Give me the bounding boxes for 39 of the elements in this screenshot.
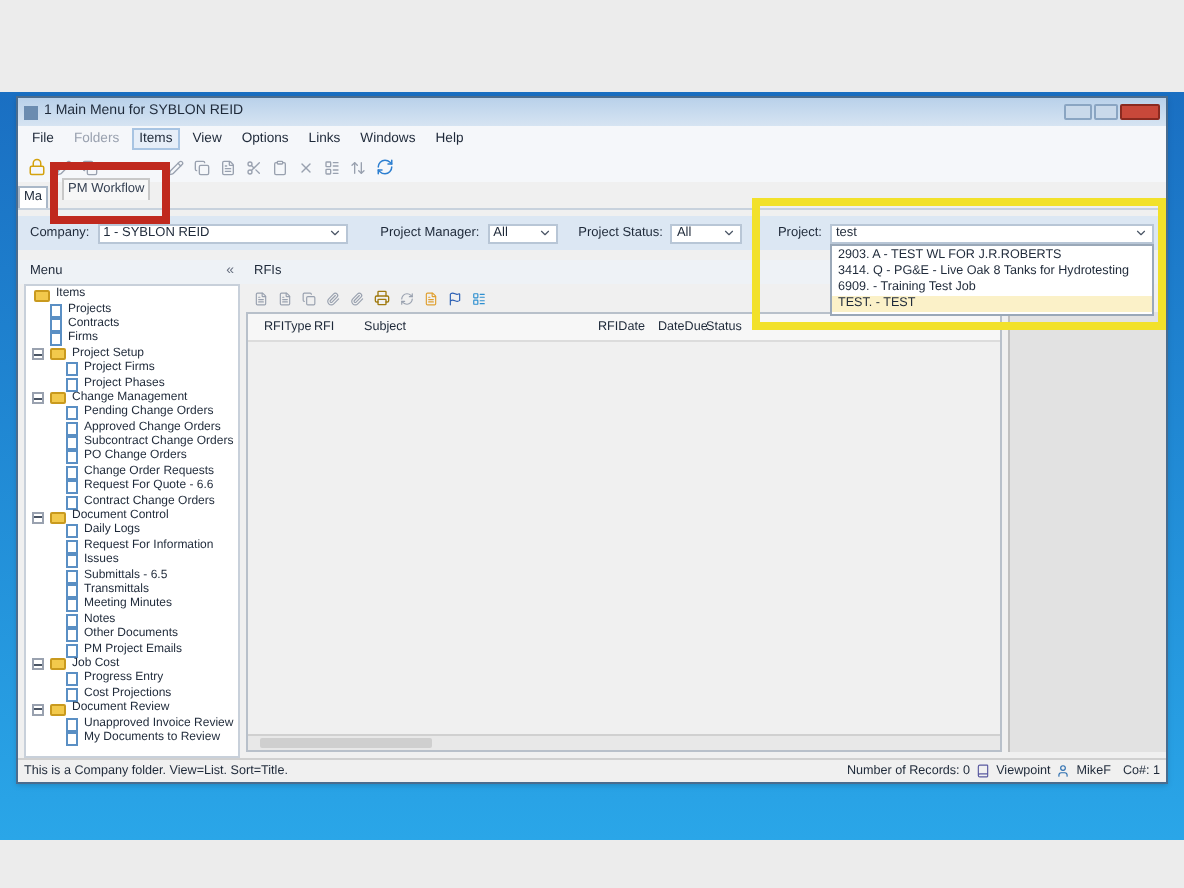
- document-icon[interactable]: [254, 291, 268, 305]
- refresh-icon[interactable]: [376, 158, 394, 176]
- collapse-icon[interactable]: [32, 703, 44, 716]
- pencil-icon[interactable]: [56, 159, 72, 175]
- flag-icon[interactable]: [448, 291, 462, 305]
- highlight-frame: [50, 162, 170, 224]
- columns-icon[interactable]: [472, 291, 486, 305]
- folder-icon: [50, 348, 66, 361]
- collapse-icon[interactable]: [32, 658, 44, 671]
- folder-icon: [50, 392, 66, 405]
- clipboard-icon[interactable]: [272, 159, 288, 175]
- refresh-icon[interactable]: [400, 291, 414, 305]
- copy-icon[interactable]: [194, 159, 210, 175]
- pencil-icon[interactable]: [168, 159, 184, 175]
- maximize-button[interactable]: [1094, 104, 1118, 120]
- delete-icon[interactable]: [298, 159, 314, 175]
- horizontal-scrollbar[interactable]: [248, 734, 1000, 750]
- minimize-button[interactable]: [1064, 104, 1092, 120]
- printer-icon[interactable]: [374, 290, 390, 306]
- document-icon[interactable]: [278, 291, 292, 305]
- copy-icon[interactable]: [302, 291, 316, 305]
- lock-icon[interactable]: [28, 158, 46, 176]
- sort-icon[interactable]: [350, 159, 366, 175]
- collapse-icon[interactable]: [32, 511, 44, 524]
- list-icon[interactable]: [324, 159, 340, 175]
- folder-icon: [50, 511, 66, 524]
- collapse-icon[interactable]: [32, 392, 44, 405]
- collapse-icon[interactable]: [32, 348, 44, 361]
- folder-icon: [50, 703, 66, 716]
- close-button[interactable]: [1120, 104, 1160, 120]
- document-icon[interactable]: [424, 291, 438, 305]
- scissors-icon[interactable]: [246, 159, 262, 175]
- document-icon[interactable]: [220, 159, 236, 175]
- app-icon: [24, 105, 38, 119]
- copy-icon[interactable]: [82, 159, 98, 175]
- folder-icon: [34, 289, 50, 302]
- user-icon: [1056, 764, 1071, 778]
- folder-icon: [50, 658, 66, 671]
- book-icon: [976, 764, 991, 778]
